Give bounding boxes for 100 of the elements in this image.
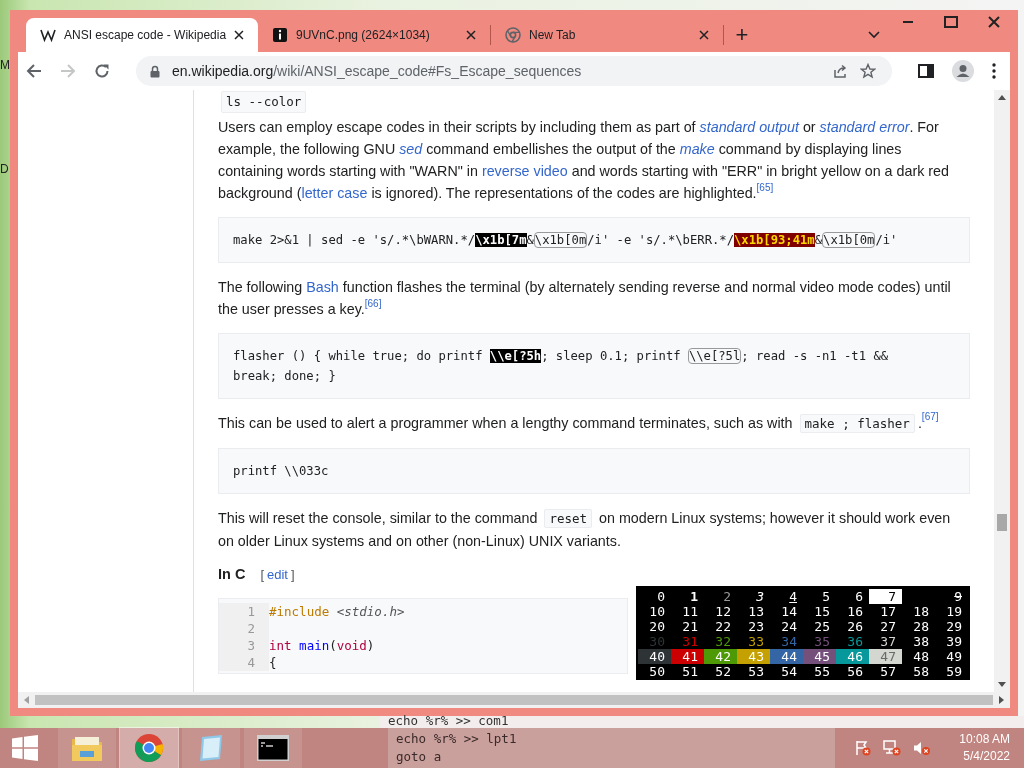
table-cell-text: 20 xyxy=(648,619,666,634)
paragraph: This can be used to alert a programmer when a lengthy command terminates, such as with make ; flasher .$^{[67]}$ xyxy=(218,412,940,435)
table-cell-text: 38 xyxy=(912,634,930,649)
flag-icon[interactable] xyxy=(855,740,872,756)
edit-link[interactable]: edit xyxy=(267,566,288,584)
folder-icon xyxy=(71,734,103,762)
table-cell-text: 13 xyxy=(747,604,765,619)
speaker-muted-icon[interactable] xyxy=(913,740,932,756)
browser-tab[interactable]: New Tab xyxy=(491,18,723,52)
maximize-icon[interactable] xyxy=(944,16,958,28)
table-cell-text: 24 xyxy=(780,619,798,634)
table-cell-text: 59 xyxy=(945,664,963,679)
clock-date[interactable]: 5/4/2022 xyxy=(963,748,1010,765)
line-number: 4 xyxy=(219,654,269,671)
browser-tab[interactable]: ANSI escape code - Wikipedia xyxy=(26,18,258,52)
new-tab-button[interactable]: + xyxy=(724,18,760,52)
citation-link[interactable]: [66] xyxy=(364,299,382,316)
table-cell-text: 22 xyxy=(714,619,732,634)
down-arrow-icon[interactable] xyxy=(998,682,1006,687)
inline-code: ls --color xyxy=(221,91,307,113)
code-line: int main(void) xyxy=(269,637,375,654)
tab-title: 9UVnC.png (2624×1034) xyxy=(296,28,431,42)
highlighted-code: \x1b[7m xyxy=(475,233,527,247)
table-cell-text: 49 xyxy=(945,649,963,664)
scroll-thumb[interactable] xyxy=(997,513,1007,531)
clock-time[interactable]: 10:08 AM xyxy=(959,731,1010,748)
table-cell-text: 15 xyxy=(813,604,831,619)
up-arrow-icon[interactable] xyxy=(998,95,1006,100)
profile-icon[interactable] xyxy=(952,60,974,82)
table-cell-text: 37 xyxy=(879,634,897,649)
bracket: [ xyxy=(260,566,264,584)
close-icon[interactable] xyxy=(234,30,244,40)
link[interactable]: reverse video xyxy=(481,163,568,179)
table-cell-text: 4 xyxy=(788,589,798,604)
code-line: break; done; } xyxy=(233,368,337,385)
link[interactable]: standard output xyxy=(699,119,799,135)
share-icon[interactable] xyxy=(832,63,848,79)
table-cell-text: 29 xyxy=(945,619,963,634)
table-cell-text: 31 xyxy=(681,634,699,649)
inline-code: make ; flasher xyxy=(799,414,915,433)
table-cell-text: 21 xyxy=(681,619,699,634)
table-cell-text: 50 xyxy=(648,664,666,679)
minimize-icon[interactable] xyxy=(902,20,914,24)
table-cell-text: 16 xyxy=(846,604,864,619)
table-cell-text: 18 xyxy=(912,604,930,619)
table-cell-text: 6 xyxy=(854,589,864,604)
close-icon[interactable] xyxy=(988,16,1000,28)
table-cell-text: 1 xyxy=(689,589,699,604)
table-cell-text: 55 xyxy=(813,664,831,679)
browser-tab[interactable]: 9UVnC.png (2624×1034) xyxy=(258,18,490,52)
table-cell: 40 xyxy=(638,649,671,664)
table-cell-text: 51 xyxy=(681,664,699,679)
link[interactable]: standard error xyxy=(819,119,910,135)
table-cell-text: 34 xyxy=(780,634,798,649)
globe-icon xyxy=(505,27,521,43)
table-cell-text: 39 xyxy=(945,634,963,649)
link[interactable]: sed xyxy=(399,141,423,157)
link[interactable]: letter case xyxy=(301,185,368,201)
citation-link[interactable]: [65] xyxy=(756,183,774,200)
close-icon[interactable] xyxy=(466,30,476,40)
table-cell-text: 2 xyxy=(722,589,732,604)
network-icon[interactable] xyxy=(883,740,902,756)
table-cell: 44 xyxy=(770,649,803,664)
vertical-scrollbar[interactable] xyxy=(994,90,1010,692)
menu-icon[interactable] xyxy=(992,63,996,79)
link[interactable]: Bash xyxy=(306,279,339,295)
table-cell-text: 5 xyxy=(821,589,831,604)
chevron-down-icon[interactable] xyxy=(868,31,880,39)
star-icon[interactable] xyxy=(860,63,876,79)
right-arrow-icon[interactable] xyxy=(999,696,1004,704)
windows-logo-icon[interactable] xyxy=(12,735,38,761)
scroll-thumb[interactable] xyxy=(35,695,993,705)
code-line: { xyxy=(269,654,277,671)
desktop-icon-label[interactable]: M xyxy=(0,58,10,72)
table-cell: 7 xyxy=(869,589,902,604)
console-line: echo %r% >> lpt1 xyxy=(396,730,518,748)
table-cell-text: 48 xyxy=(912,649,930,664)
link[interactable]: make xyxy=(679,141,715,157)
line-number: 1 xyxy=(219,603,269,620)
side-panel-icon[interactable] xyxy=(918,64,934,78)
table-cell-text: 28 xyxy=(912,619,930,634)
reload-icon[interactable] xyxy=(94,63,110,79)
paragraph: This will reset the console, similar to the command reset on modern Linux systems; however it should work even on older Linux systems and on other (non-Linux) UNIX variants. xyxy=(218,508,952,551)
close-icon[interactable] xyxy=(699,30,709,40)
table-cell-text: 23 xyxy=(747,619,765,634)
table-cell-text: 26 xyxy=(846,619,864,634)
table-cell-text: 52 xyxy=(714,664,732,679)
back-arrow-icon[interactable] xyxy=(26,63,42,79)
address-bar[interactable]: en.wikipedia.org/wiki/ANSI_escape_code#Fs_Escape_sequences xyxy=(136,56,892,86)
horizontal-scrollbar[interactable] xyxy=(18,692,1010,708)
table-cell-text: 53 xyxy=(747,664,765,679)
table-cell-text: 12 xyxy=(714,604,732,619)
table-cell-text: 17 xyxy=(879,604,897,619)
table-cell-text: 33 xyxy=(747,634,765,649)
line-number: 3 xyxy=(219,637,269,654)
table-cell: 47 xyxy=(869,649,902,664)
wikipedia-w-icon xyxy=(40,27,56,43)
desktop-icon-label[interactable]: D xyxy=(0,162,9,176)
table-cell-text: 11 xyxy=(681,604,699,619)
taskbar-app-button[interactable] xyxy=(244,728,302,768)
